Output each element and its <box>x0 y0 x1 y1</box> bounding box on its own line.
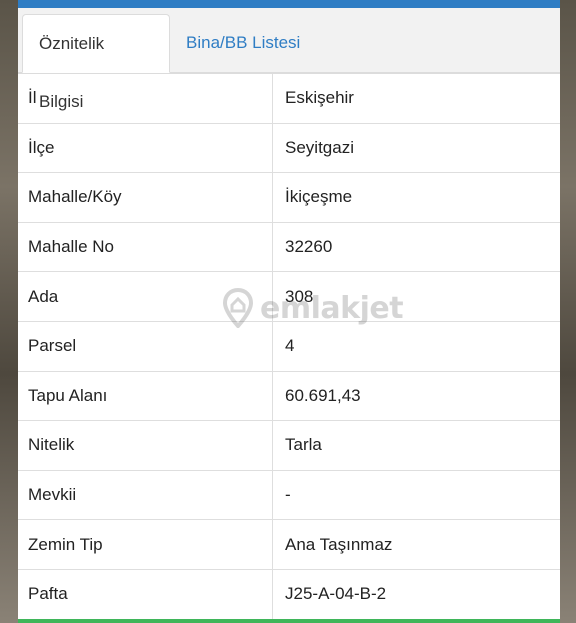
row-value: 60.691,43 <box>285 385 361 405</box>
tab-building-list-label: Bina/BB Listesi <box>186 33 301 52</box>
table-row: İlçe Seyitgazi <box>18 123 560 174</box>
table-row: İl Eskişehir <box>18 74 560 124</box>
table-row: Pafta J25-A-04-B-2 <box>18 569 560 620</box>
row-value: Ana Taşınmaz <box>285 534 393 554</box>
row-value: İkiçeşme <box>285 187 353 207</box>
row-key: Mevkii <box>18 470 273 520</box>
row-key: Mahalle/Köy <box>18 173 273 222</box>
row-value: 308 <box>285 286 314 306</box>
row-value: Seyitgazi <box>285 137 354 157</box>
panel-header-bar <box>18 0 560 8</box>
bottom-accent-bar <box>18 619 560 623</box>
row-value: 4 <box>285 336 295 356</box>
table-row: Parsel 4 <box>18 321 560 372</box>
row-key: Zemin Tip <box>18 520 273 569</box>
table-row: Zemin Tip Ana Taşınmaz <box>18 520 560 570</box>
table-row: Nitelik Tarla <box>18 421 560 471</box>
tab-bar: Öznitelik Bilgisi Bina/BB Listesi <box>18 8 560 111</box>
row-value: J25-A-04-B-2 <box>285 584 387 604</box>
row-key: Ada <box>18 272 273 321</box>
table-row: Ada 308 <box>18 272 560 322</box>
row-value: Eskişehir <box>285 88 354 108</box>
row-key: Mahalle No <box>18 222 273 272</box>
attribute-table: İl Eskişehir İlçe Seyitgazi Mahalle/Köy … <box>18 73 560 620</box>
row-key: Pafta <box>18 569 273 619</box>
tab-building-list[interactable]: Bina/BB Listesi <box>170 14 316 72</box>
attribute-panel: Öznitelik Bilgisi Bina/BB Listesi İl Esk… <box>18 0 560 623</box>
table-row: Mahalle No 32260 <box>18 222 560 273</box>
table-row: Tapu Alanı 60.691,43 <box>18 371 560 422</box>
map-background-left <box>0 0 18 623</box>
row-value: - <box>285 485 291 505</box>
row-key: Tapu Alanı <box>18 371 273 421</box>
tab-attribute-info[interactable]: Öznitelik Bilgisi <box>22 14 170 111</box>
row-value: Tarla <box>285 435 322 455</box>
row-key: Parsel <box>18 321 273 371</box>
table-row: Mahalle/Köy İkiçeşme <box>18 173 560 223</box>
table-row: Mevkii - <box>18 470 560 521</box>
row-key: Nitelik <box>18 421 273 470</box>
map-background-right <box>558 0 576 623</box>
row-value: 32260 <box>285 237 333 257</box>
